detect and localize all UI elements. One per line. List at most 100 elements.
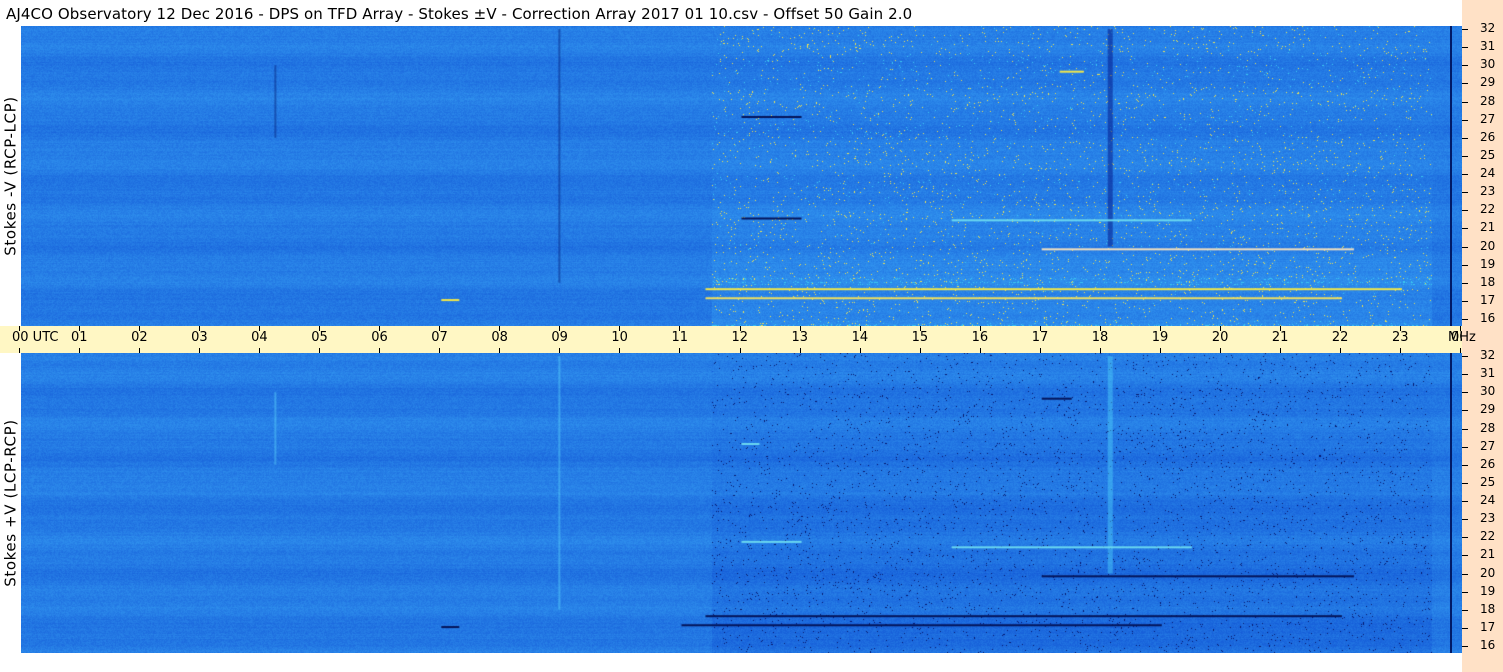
freq-tick-label-0-32: 32 (1480, 21, 1496, 35)
top-panel-y-label: Stokes -V (RCP-LCP) (1, 26, 21, 326)
utc-tick-mark-top-22 (1340, 326, 1341, 331)
utc-tick-mark-top-0 (19, 326, 20, 331)
freq-tick-label-0-18: 18 (1480, 275, 1496, 289)
freq-tick-label-0-16: 16 (1480, 311, 1496, 325)
chart-title: AJ4CO Observatory 12 Dec 2016 - DPS on T… (6, 5, 913, 23)
freq-tick-label-1-18: 18 (1480, 602, 1496, 616)
utc-tick-label-3: 03 (191, 330, 208, 345)
freq-tick-mark-1-32 (1462, 356, 1468, 357)
utc-tick-mark-top-14 (860, 326, 861, 331)
freq-tick-mark-0-17 (1462, 301, 1468, 302)
freq-tick-label-1-28: 28 (1480, 421, 1496, 435)
spectrogram-bottom-canvas (21, 353, 1462, 653)
utc-tick-mark-top-21 (1280, 326, 1281, 331)
utc-tick-label-17: 17 (1031, 330, 1049, 345)
freq-tick-mark-1-27 (1462, 447, 1468, 448)
freq-tick-label-1-19: 19 (1480, 584, 1496, 598)
utc-tick-label-21: 21 (1271, 330, 1289, 345)
freq-tick-label-1-29: 29 (1480, 402, 1496, 416)
utc-tick-label-6: 06 (371, 330, 388, 345)
utc-tick-mark-top-13 (800, 326, 801, 331)
freq-tick-label-0-17: 17 (1480, 293, 1496, 307)
utc-tick-label-20: 20 (1211, 330, 1229, 345)
freq-tick-mark-0-22 (1462, 210, 1468, 211)
utc-tick-label-8: 08 (491, 330, 508, 345)
freq-tick-label-0-20: 20 (1480, 239, 1496, 253)
utc-tick-label-7: 07 (431, 330, 448, 345)
freq-tick-mark-1-29 (1462, 410, 1468, 411)
freq-tick-mark-0-30 (1462, 65, 1468, 66)
top-frequency-axis: 32 31 30 29 28 27 26 25 24 23 22 21 20 19 18 17 16 (1462, 22, 1503, 326)
spectrogram-top-canvas (21, 26, 1462, 326)
spectrogram-bottom-stokes-plus-v (21, 353, 1462, 653)
utc-tick-mark-top-2 (139, 326, 140, 331)
utc-tick-mark-top-5 (319, 326, 320, 331)
utc-tick-mark-top-3 (199, 326, 200, 331)
top-panel-y-label-text: Stokes -V (RCP-LCP) (2, 96, 20, 256)
bottom-panel-y-label: Stokes +V (LCP-RCP) (1, 353, 21, 653)
freq-tick-mark-1-26 (1462, 465, 1468, 466)
freq-tick-mark-1-21 (1462, 555, 1468, 556)
utc-tick-label-9: 09 (551, 330, 568, 345)
freq-tick-label-1-22: 22 (1480, 529, 1496, 543)
utc-tick-mark-top-20 (1220, 326, 1221, 331)
freq-tick-mark-0-32 (1462, 29, 1468, 30)
utc-tick-mark-bot-0 (19, 348, 20, 353)
utc-tick-mark-top-10 (619, 326, 620, 331)
freq-tick-mark-1-30 (1462, 392, 1468, 393)
bottom-panel-y-label-text: Stokes +V (LCP-RCP) (2, 419, 20, 587)
freq-tick-mark-0-25 (1462, 156, 1468, 157)
utc-tick-mark-top-4 (259, 326, 260, 331)
freq-tick-mark-1-31 (1462, 374, 1468, 375)
utc-tick-mark-top-8 (499, 326, 500, 331)
utc-tick-label-19: 19 (1151, 330, 1169, 345)
freq-tick-label-0-27: 27 (1480, 112, 1496, 126)
utc-tick-mark-top-12 (740, 326, 741, 331)
freq-tick-label-1-26: 26 (1480, 457, 1496, 471)
spectrogram-top-stokes-minus-v (21, 26, 1462, 326)
freq-tick-mark-0-20 (1462, 247, 1468, 248)
utc-tick-label-23: 23 (1391, 330, 1409, 345)
freq-tick-label-1-25: 25 (1480, 475, 1496, 489)
freq-tick-mark-0-21 (1462, 228, 1468, 229)
freq-tick-mark-0-27 (1462, 120, 1468, 121)
utc-tick-label-16: 16 (971, 330, 989, 345)
utc-tick-mark-top-11 (679, 326, 680, 331)
utc-time-axis: 00 UTC 01 02 03 04 05 06 07 08 09 10 11 12 13 14 15 16 17… (0, 326, 1468, 353)
freq-tick-mark-0-29 (1462, 83, 1468, 84)
freq-tick-mark-1-23 (1462, 519, 1468, 520)
utc-tick-mark-top-19 (1160, 326, 1161, 331)
freq-tick-mark-1-18 (1462, 610, 1468, 611)
freq-tick-mark-0-19 (1462, 265, 1468, 266)
utc-tick-mark-top-15 (920, 326, 921, 331)
freq-tick-mark-1-17 (1462, 628, 1468, 629)
utc-tick-label-10: 10 (611, 330, 628, 345)
freq-tick-label-0-22: 22 (1480, 202, 1496, 216)
freq-tick-label-1-31: 31 (1480, 366, 1496, 380)
utc-tick-label-22: 22 (1331, 330, 1349, 345)
freq-tick-label-1-32: 32 (1480, 348, 1496, 362)
utc-tick-mark-top-18 (1100, 326, 1101, 331)
utc-tick-mark-top-23 (1400, 326, 1401, 331)
freq-tick-mark-0-26 (1462, 138, 1468, 139)
freq-tick-mark-0-31 (1462, 47, 1468, 48)
freq-tick-label-1-21: 21 (1480, 547, 1496, 561)
freq-tick-mark-1-24 (1462, 501, 1468, 502)
freq-tick-label-0-24: 24 (1480, 166, 1496, 180)
freq-tick-mark-1-19 (1462, 592, 1468, 593)
freq-tick-label-0-28: 28 (1480, 94, 1496, 108)
utc-tick-label-5: 05 (311, 330, 328, 345)
freq-tick-label-1-20: 20 (1480, 566, 1496, 580)
utc-tick-mark-top-6 (379, 326, 380, 331)
utc-tick-label-4: 04 (251, 330, 268, 345)
utc-tick-label-13: 13 (791, 330, 809, 345)
utc-tick-mark-top-17 (1040, 326, 1041, 331)
bottom-frequency-axis: 32 31 30 29 28 27 26 25 24 23 22 21 20 19 18 17 16 (1462, 349, 1503, 653)
freq-tick-label-1-16: 16 (1480, 638, 1496, 652)
freq-tick-label-0-19: 19 (1480, 257, 1496, 271)
utc-tick-label-14: 14 (851, 330, 869, 345)
freq-tick-mark-1-20 (1462, 574, 1468, 575)
freq-tick-mark-0-18 (1462, 283, 1468, 284)
freq-tick-label-1-30: 30 (1480, 384, 1496, 398)
freq-tick-label-0-29: 29 (1480, 75, 1496, 89)
